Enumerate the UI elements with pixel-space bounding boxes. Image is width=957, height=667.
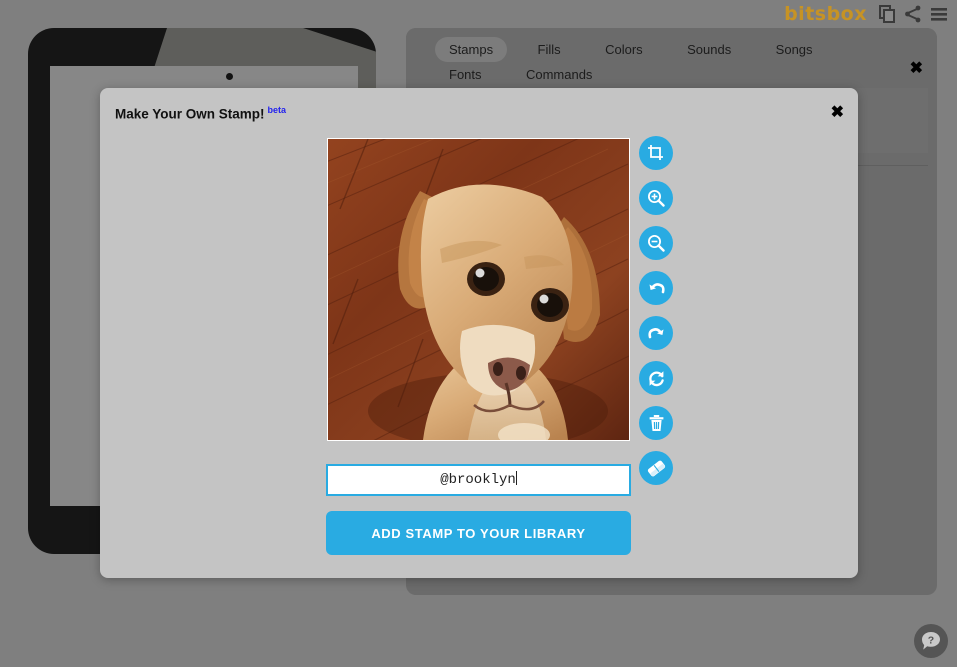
- undo-icon[interactable]: [639, 271, 673, 305]
- help-label: ?: [928, 634, 934, 646]
- tab-sounds[interactable]: Sounds: [673, 37, 745, 62]
- tab-colors[interactable]: Colors: [591, 37, 657, 62]
- modal-close-icon[interactable]: ✖: [831, 105, 844, 121]
- make-stamp-modal: Make Your Own Stamp! beta ✖ @brooklyn AD…: [100, 88, 858, 578]
- trash-icon[interactable]: [639, 406, 673, 440]
- bitsbox-logo: bitsbox: [784, 3, 867, 25]
- redo-icon[interactable]: [639, 316, 673, 350]
- modal-title: Make Your Own Stamp! beta: [115, 105, 286, 122]
- rotate-icon[interactable]: [639, 361, 673, 395]
- app-root: bitsbox Stamps Fills Colors Sounds Songs…: [0, 0, 957, 667]
- top-bar: bitsbox: [0, 0, 957, 28]
- panel-close-icon[interactable]: ✖: [910, 61, 923, 77]
- tab-fills[interactable]: Fills: [524, 37, 575, 62]
- tab-songs[interactable]: Songs: [762, 37, 827, 62]
- beta-badge: beta: [267, 105, 287, 115]
- photo-tools: [639, 136, 681, 496]
- tab-fonts[interactable]: Fonts: [435, 62, 496, 87]
- eraser-icon[interactable]: [639, 451, 673, 485]
- zoom-out-icon[interactable]: [639, 226, 673, 260]
- dog-photo[interactable]: [327, 138, 630, 441]
- modal-title-text: Make Your Own Stamp!: [115, 106, 265, 122]
- stamp-name-value: @brooklyn: [440, 472, 516, 488]
- help-button[interactable]: ?: [914, 624, 948, 658]
- tablet-camera-dot: [226, 73, 233, 80]
- menu-icon[interactable]: [929, 4, 949, 24]
- copy-icon[interactable]: [877, 4, 897, 24]
- text-caret: [515, 471, 517, 485]
- panel-tabs: Stamps Fills Colors Sounds Songs Fonts C…: [435, 37, 905, 87]
- crop-icon[interactable]: [639, 136, 673, 170]
- tab-commands[interactable]: Commands: [512, 62, 606, 87]
- tab-stamps[interactable]: Stamps: [435, 37, 508, 62]
- stamp-name-input[interactable]: @brooklyn: [326, 464, 631, 496]
- share-icon[interactable]: [903, 4, 923, 24]
- add-stamp-button[interactable]: ADD STAMP TO YOUR LIBRARY: [326, 511, 631, 555]
- zoom-in-icon[interactable]: [639, 181, 673, 215]
- panel-header: Stamps Fills Colors Sounds Songs Fonts C…: [406, 28, 937, 88]
